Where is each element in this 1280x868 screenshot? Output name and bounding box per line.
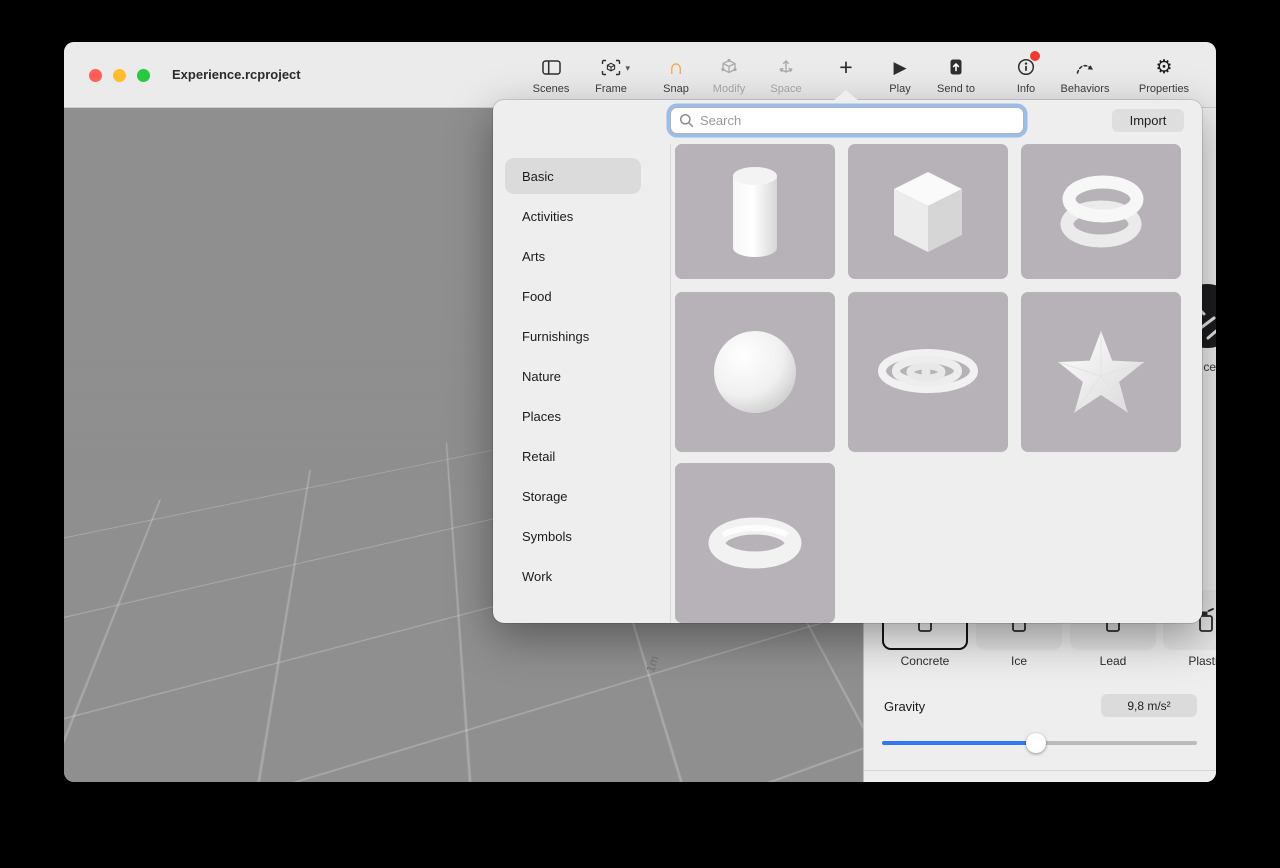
category-nature[interactable]: Nature: [505, 358, 641, 394]
send-to-button[interactable]: Send to: [929, 54, 983, 102]
modify-button: Modify: [702, 54, 756, 102]
close-button[interactable]: [89, 69, 102, 82]
category-places[interactable]: Places: [505, 398, 641, 434]
properties-button[interactable]: ⚙ Properties: [1137, 54, 1191, 102]
play-icon: ▶: [893, 59, 906, 76]
material-label: Concrete: [882, 654, 968, 668]
library-item-sphere[interactable]: [675, 292, 835, 452]
app-window: 1m Experience.rcproject Scenes ▾ Frame ∩…: [64, 42, 1216, 782]
category-symbols[interactable]: Symbols: [505, 518, 641, 554]
category-storage[interactable]: Storage: [505, 478, 641, 514]
play-button[interactable]: ▶ Play: [873, 54, 927, 102]
category-arts[interactable]: Arts: [505, 238, 641, 274]
behaviors-icon: [1075, 54, 1095, 80]
chevron-down-icon: ▾: [625, 63, 630, 74]
torus-shape-icon: [701, 511, 809, 575]
import-button[interactable]: Import: [1112, 109, 1184, 132]
search-input[interactable]: [700, 113, 1015, 128]
snap-button[interactable]: ∩ Snap: [649, 54, 703, 102]
library-item-spiral[interactable]: [848, 292, 1008, 452]
object-library-popover: Import Basic Activities Arts Food Furnis…: [493, 100, 1202, 623]
search-icon: [679, 113, 694, 128]
library-item-cylinder[interactable]: [675, 144, 835, 279]
spiral-shape-icon: [873, 344, 983, 400]
star-shape-icon: [1051, 324, 1151, 420]
modify-icon: [720, 54, 738, 80]
material-label: Lead: [1070, 654, 1156, 668]
space-button: Space: [759, 54, 813, 102]
category-food[interactable]: Food: [505, 278, 641, 314]
frame-icon: ▾: [601, 54, 621, 80]
magnet-icon: ∩: [668, 57, 683, 78]
titlebar: Experience.rcproject Scenes ▾ Frame ∩ Sn…: [64, 42, 1216, 108]
minimize-button[interactable]: [113, 69, 126, 82]
material-label: Ice: [976, 654, 1062, 668]
scenes-icon: [542, 54, 561, 80]
material-label: Plastic: [1163, 654, 1216, 668]
sphere-shape-icon: [711, 328, 799, 416]
gravity-label: Gravity: [884, 699, 925, 714]
frame-button[interactable]: ▾ Frame: [584, 54, 638, 102]
library-item-coil[interactable]: [1021, 144, 1181, 279]
category-retail[interactable]: Retail: [505, 438, 641, 474]
plus-icon: +: [839, 56, 852, 79]
space-axes-icon: [777, 54, 795, 80]
zoom-button[interactable]: [137, 69, 150, 82]
window-title: Experience.rcproject: [172, 67, 301, 82]
info-button[interactable]: Info: [999, 54, 1053, 102]
slider-knob[interactable]: [1026, 733, 1046, 753]
search-field[interactable]: [670, 107, 1024, 134]
library-item-star[interactable]: [1021, 292, 1181, 452]
panel-divider: [864, 770, 1216, 771]
category-work[interactable]: Work: [505, 558, 641, 594]
slider-fill: [882, 741, 1036, 745]
library-item-cube[interactable]: [848, 144, 1008, 279]
notification-badge: [1030, 51, 1040, 61]
gravity-slider[interactable]: [882, 733, 1197, 753]
coil-shape-icon: [1046, 162, 1156, 262]
scenes-button[interactable]: Scenes: [524, 54, 578, 102]
cube-shape-icon: [886, 168, 970, 256]
sidebar-divider: [670, 144, 671, 623]
category-activities[interactable]: Activities: [505, 198, 641, 234]
behaviors-button[interactable]: Behaviors: [1058, 54, 1112, 102]
send-to-device-icon: [947, 54, 965, 80]
library-item-torus[interactable]: [675, 463, 835, 623]
category-basic[interactable]: Basic: [505, 158, 641, 194]
cylinder-shape-icon: [719, 162, 791, 262]
category-furnishings[interactable]: Furnishings: [505, 318, 641, 354]
gear-icon: ⚙: [1155, 58, 1172, 77]
gravity-value-field[interactable]: 9,8 m/s²: [1101, 694, 1197, 717]
info-icon: [1017, 54, 1035, 80]
